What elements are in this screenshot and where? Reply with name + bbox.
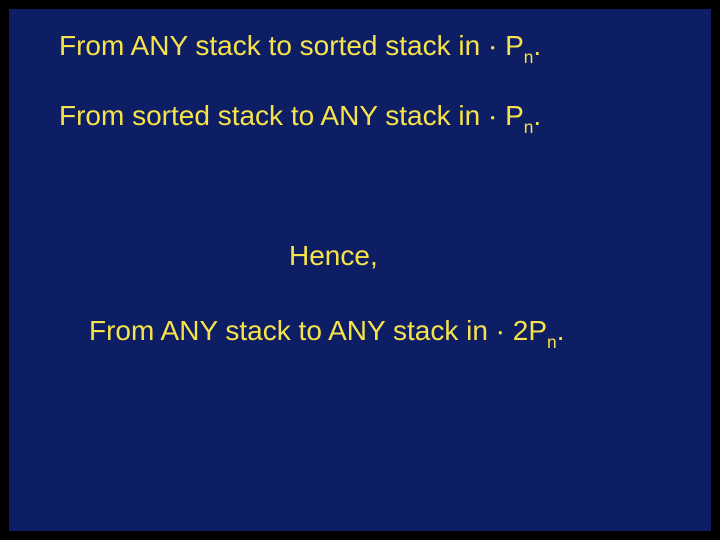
subscript-n: n [524, 117, 534, 137]
line-4-prefix: From ANY stack to ANY stack in [89, 315, 496, 346]
less-equal-symbol: · [488, 101, 497, 136]
line-3-prefix: Hence, [289, 240, 378, 271]
line-2-term: P [497, 100, 523, 131]
less-equal-symbol: · [488, 31, 497, 66]
line-4: From ANY stack to ANY stack in · 2Pn. [89, 314, 564, 351]
subscript-n: n [547, 332, 557, 352]
line-2-after: . [533, 100, 541, 131]
slide: From ANY stack to sorted stack in · Pn. … [9, 9, 711, 531]
line-4-after: . [557, 315, 565, 346]
line-4-term: 2P [505, 315, 547, 346]
subscript-n: n [524, 47, 534, 67]
line-1-prefix: From ANY stack to sorted stack in [59, 30, 488, 61]
line-2-prefix: From sorted stack to ANY stack in [59, 100, 488, 131]
line-1: From ANY stack to sorted stack in · Pn. [59, 29, 541, 66]
line-3-hence: Hence, [289, 239, 378, 273]
line-1-after: . [533, 30, 541, 61]
line-1-term: P [497, 30, 523, 61]
line-2: From sorted stack to ANY stack in · Pn. [59, 99, 541, 136]
less-equal-symbol: · [496, 316, 505, 351]
